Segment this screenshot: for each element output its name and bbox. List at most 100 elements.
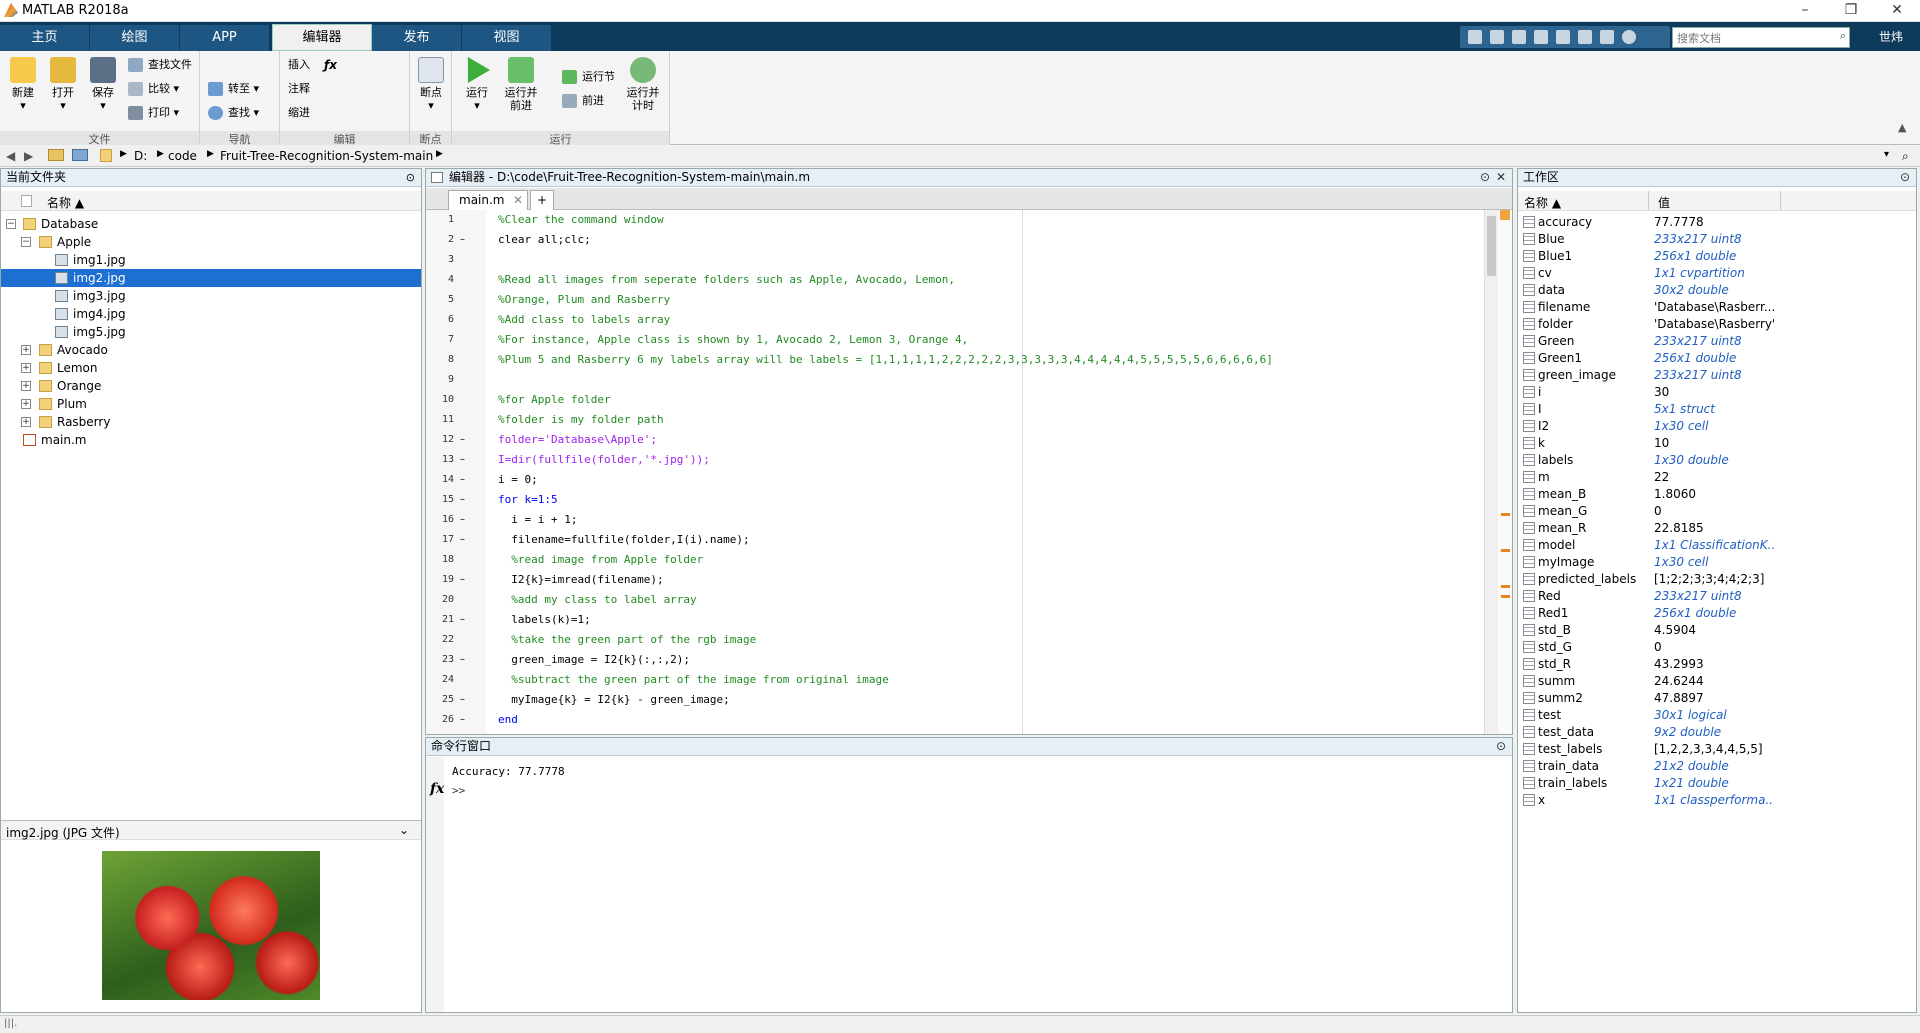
workspace-row[interactable]: filename 'Database\Rasberr...: [1518, 299, 1916, 316]
crumb-drive[interactable]: D:: [134, 149, 147, 163]
help-icon[interactable]: [1622, 30, 1636, 44]
warning-mark[interactable]: [1501, 585, 1510, 588]
breakpoint-marker[interactable]: –: [460, 614, 468, 625]
code-line[interactable]: clear all;clc;: [498, 233, 591, 246]
list-item[interactable]: + Rasberry: [1, 413, 421, 431]
expand-icon[interactable]: +: [21, 399, 31, 409]
breakpoint-marker[interactable]: –: [460, 494, 468, 505]
warning-mark[interactable]: [1501, 595, 1510, 598]
code-line[interactable]: i = 0;: [498, 473, 538, 486]
print-button[interactable]: 打印 ▾: [128, 103, 179, 123]
workspace-row[interactable]: m 22: [1518, 469, 1916, 486]
save-icon[interactable]: [1468, 30, 1482, 44]
tab-main-m[interactable]: main.m ✕: [448, 190, 528, 210]
code-line[interactable]: green_image = I2{k}(:,:,2);: [498, 653, 690, 666]
workspace-row[interactable]: mean_R 22.8185: [1518, 520, 1916, 537]
switch-windows-icon[interactable]: [1600, 30, 1614, 44]
workspace-row[interactable]: data 30x2 double: [1518, 282, 1916, 299]
tab-apps[interactable]: APP: [180, 25, 270, 51]
code-line[interactable]: %subtract the green part of the image fr…: [498, 673, 889, 686]
workspace-row[interactable]: green_image 233x217 uint8: [1518, 367, 1916, 384]
tab-publish[interactable]: 发布: [372, 25, 462, 51]
code-line[interactable]: for k=1:5: [498, 493, 558, 506]
code-line[interactable]: %take the green part of the rgb image: [498, 633, 756, 646]
tab-editor[interactable]: 编辑器: [272, 24, 372, 51]
breakpoint-marker[interactable]: –: [460, 574, 468, 585]
up-folder-icon[interactable]: [48, 149, 64, 161]
copy-icon[interactable]: [1512, 30, 1526, 44]
forward-icon[interactable]: ▶: [24, 149, 33, 163]
panel-menu-icon[interactable]: ⊙: [1480, 169, 1490, 186]
code-line[interactable]: %read image from Apple folder: [498, 553, 703, 566]
breakpoint-marker[interactable]: –: [460, 714, 468, 725]
find-button[interactable]: 查找 ▾: [208, 103, 259, 123]
advance-button[interactable]: 前进: [562, 91, 604, 111]
col-name-header[interactable]: 名称 ▲: [47, 194, 84, 211]
find-files-button[interactable]: 查找文件: [128, 55, 192, 75]
vertical-scrollbar[interactable]: [1484, 210, 1498, 734]
analyzer-status-icon[interactable]: [1500, 210, 1510, 220]
breakpoint-marker[interactable]: –: [460, 534, 468, 545]
code-line[interactable]: %Plum 5 and Rasberry 6 my labels array w…: [498, 353, 1273, 366]
tab-home[interactable]: 主页: [0, 25, 90, 51]
address-dropdown-icon[interactable]: ▾: [1884, 149, 1889, 160]
list-item[interactable]: img3.jpg: [1, 287, 421, 305]
expand-icon[interactable]: +: [21, 417, 31, 427]
workspace-row[interactable]: Green1 256x1 double: [1518, 350, 1916, 367]
list-item[interactable]: main.m: [1, 431, 421, 449]
crumb-code[interactable]: code: [168, 149, 197, 163]
code-line[interactable]: %for Apple folder: [498, 393, 611, 406]
chevron-down-icon[interactable]: ⌄: [399, 823, 409, 837]
undo-icon[interactable]: [1556, 30, 1570, 44]
breakpoint-marker[interactable]: –: [460, 514, 468, 525]
col-name-header[interactable]: 名称 ▲: [1524, 194, 1561, 211]
new-tab-button[interactable]: +: [530, 190, 554, 210]
workspace-row[interactable]: i 30: [1518, 384, 1916, 401]
workspace-row[interactable]: myImage 1x30 cell: [1518, 554, 1916, 571]
workspace-row[interactable]: test_labels [1,2,2,3,3,4,4,5,5]: [1518, 741, 1916, 758]
expand-icon[interactable]: +: [21, 363, 31, 373]
code-line[interactable]: %Read all images from seperate folders s…: [498, 273, 955, 286]
back-icon[interactable]: ◀: [6, 149, 15, 163]
column-divider[interactable]: [1648, 191, 1649, 211]
workspace-row[interactable]: std_R 43.2993: [1518, 656, 1916, 673]
list-item[interactable]: − Apple: [1, 233, 421, 251]
search-input[interactable]: 搜索文档 ⌕: [1672, 27, 1850, 48]
workspace-row[interactable]: train_data 21x2 double: [1518, 758, 1916, 775]
expand-icon[interactable]: +: [21, 381, 31, 391]
workspace-row[interactable]: I2 1x30 cell: [1518, 418, 1916, 435]
workspace-row[interactable]: x 1x1 classperforma...: [1518, 792, 1916, 809]
list-item[interactable]: + Avocado: [1, 341, 421, 359]
collapse-ribbon-icon[interactable]: ▲: [1898, 121, 1906, 134]
list-item[interactable]: img1.jpg: [1, 251, 421, 269]
code-line[interactable]: %Orange, Plum and Rasberry: [498, 293, 670, 306]
workspace-row[interactable]: accuracy 77.7778: [1518, 214, 1916, 231]
col-value-header[interactable]: 值: [1658, 194, 1670, 211]
run-advance-button[interactable]: 运行并 前进: [502, 57, 540, 112]
browse-folder-icon[interactable]: [72, 149, 88, 161]
cut-icon[interactable]: [1490, 30, 1504, 44]
workspace-row[interactable]: std_G 0: [1518, 639, 1916, 656]
workspace-row[interactable]: predicted_labels [1;2;2;3;3;4;4;2;3]: [1518, 571, 1916, 588]
workspace-row[interactable]: folder 'Database\Rasberry': [1518, 316, 1916, 333]
panel-menu-icon[interactable]: ⊙: [1900, 169, 1910, 186]
warning-mark[interactable]: [1501, 513, 1510, 516]
paste-icon[interactable]: [1534, 30, 1548, 44]
list-item-selected[interactable]: img2.jpg: [1, 269, 421, 287]
column-divider[interactable]: [1780, 191, 1781, 211]
tab-view[interactable]: 视图: [462, 25, 552, 51]
workspace-row[interactable]: std_B 4.5904: [1518, 622, 1916, 639]
list-item[interactable]: + Orange: [1, 377, 421, 395]
workspace-row[interactable]: model 1x1 ClassificationK...: [1518, 537, 1916, 554]
workspace-row[interactable]: Green 233x217 uint8: [1518, 333, 1916, 350]
list-item[interactable]: img4.jpg: [1, 305, 421, 323]
scroll-thumb[interactable]: [1487, 216, 1496, 276]
code-line[interactable]: %For instance, Apple class is shown by 1…: [498, 333, 968, 346]
workspace-row[interactable]: test_data 9x2 double: [1518, 724, 1916, 741]
indent-button[interactable]: 缩进: [288, 103, 310, 123]
run-time-button[interactable]: 运行并 计时: [624, 57, 662, 112]
breakpoint-marker[interactable]: –: [460, 654, 468, 665]
code-area[interactable]: 1 2–3 4 5 6 7 8 9 10 11 12–13–14–15–16–17–18 19–20 2…: [426, 210, 1512, 734]
workspace-row[interactable]: I 5x1 struct: [1518, 401, 1916, 418]
maximize-button[interactable]: ❐: [1828, 0, 1874, 22]
